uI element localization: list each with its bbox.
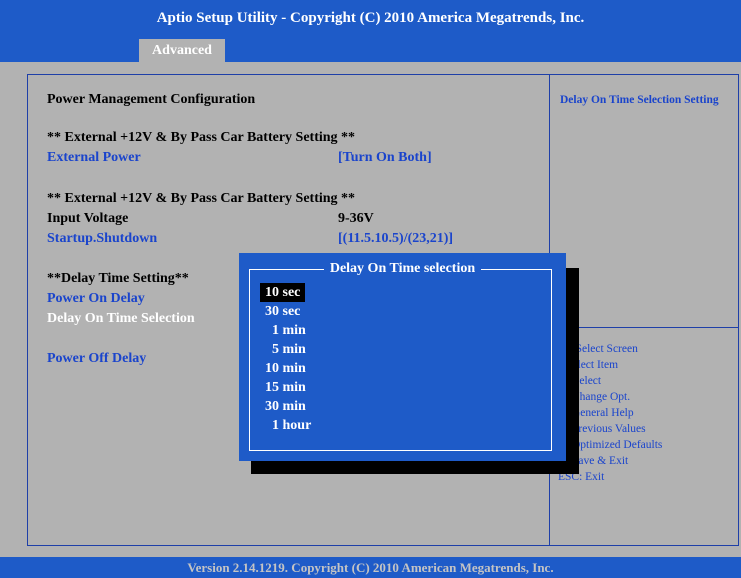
- tab-advanced[interactable]: Advanced: [139, 39, 225, 62]
- popup-option-list: 10 sec 30 sec 1 min 5 min 10 min 15 min …: [260, 283, 316, 435]
- delay-on-time-selection-label[interactable]: Delay On Time Selection: [47, 311, 195, 327]
- section-header-delay: **Delay Time Setting**: [47, 271, 189, 286]
- external-power-label[interactable]: External Power: [47, 150, 141, 166]
- help-text: Delay On Time Selection Setting: [560, 94, 719, 106]
- startup-shutdown-value[interactable]: [(11.5.10.5)/(23,21)]: [338, 231, 453, 247]
- popup-option[interactable]: 15 min: [260, 378, 316, 397]
- app-title: Aptio Setup Utility - Copyright (C) 2010…: [156, 10, 585, 26]
- page-title: Power Management Configuration: [47, 92, 256, 107]
- popup-title: Delay On Time selection: [239, 261, 566, 277]
- footer-bar: Version 2.14.1219. Copyright (C) 2010 Am…: [0, 557, 741, 578]
- popup-option-selected[interactable]: 10 sec: [260, 283, 306, 302]
- external-power-value[interactable]: [Turn On Both]: [338, 150, 432, 166]
- popup-option[interactable]: 1 min: [260, 321, 316, 340]
- popup-option-row: 10 sec: [260, 283, 316, 302]
- section-header-external: ** External +12V & By Pass Car Battery S…: [47, 130, 356, 145]
- title-bar: Aptio Setup Utility - Copyright (C) 2010…: [0, 0, 741, 37]
- popup-title-text: Delay On Time selection: [323, 261, 482, 276]
- power-on-delay-label[interactable]: Power On Delay: [47, 291, 145, 307]
- power-off-delay-label[interactable]: Power Off Delay: [47, 351, 146, 367]
- popup-option[interactable]: 30 min: [260, 397, 316, 416]
- tab-advanced-label: Advanced: [152, 42, 212, 58]
- tab-strip: [0, 37, 741, 62]
- footer-version: Version 2.14.1219. Copyright (C) 2010 Am…: [187, 559, 554, 575]
- startup-shutdown-label[interactable]: Startup.Shutdown: [47, 231, 157, 247]
- input-voltage-value: 9-36V: [338, 211, 374, 226]
- delay-selection-popup: Delay On Time selection 10 sec 30 sec 1 …: [239, 253, 566, 461]
- popup-option[interactable]: 5 min: [260, 340, 316, 359]
- popup-option[interactable]: 10 min: [260, 359, 316, 378]
- popup-option[interactable]: 30 sec: [260, 302, 316, 321]
- section-header-voltage: ** External +12V & By Pass Car Battery S…: [47, 191, 356, 206]
- popup-option[interactable]: 1 hour: [260, 416, 316, 435]
- input-voltage-label: Input Voltage: [47, 211, 129, 226]
